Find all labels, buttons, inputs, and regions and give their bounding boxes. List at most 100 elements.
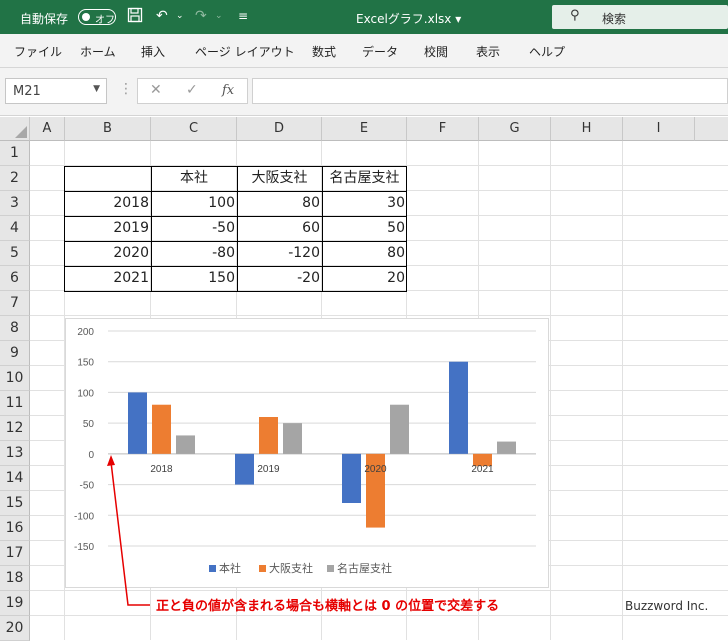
legend-label: 大阪支社: [269, 561, 313, 575]
column-header-g[interactable]: G: [479, 117, 551, 141]
row-header-11[interactable]: 11: [0, 391, 30, 416]
value-cell[interactable]: -80: [151, 241, 237, 266]
row-header-16[interactable]: 16: [0, 516, 30, 541]
row-header-14[interactable]: 14: [0, 466, 30, 491]
tab-insert[interactable]: 挿入: [141, 43, 165, 60]
redo-dropdown-icon[interactable]: ⌄: [215, 7, 223, 25]
legend-label: 本社: [219, 561, 241, 575]
row-header-13[interactable]: 13: [0, 441, 30, 466]
column-header-a[interactable]: A: [30, 117, 65, 141]
select-all-corner[interactable]: [0, 117, 30, 141]
name-box-dropdown-icon[interactable]: ▼: [93, 84, 100, 94]
row-header-2[interactable]: 2: [0, 166, 30, 191]
value-cell[interactable]: -20: [237, 266, 322, 291]
row-header-19[interactable]: 19: [0, 591, 30, 616]
row-header-1[interactable]: 1: [0, 141, 30, 166]
row-header-20[interactable]: 20: [0, 616, 30, 641]
y-tick-label: -50: [80, 481, 95, 492]
value-cell[interactable]: -50: [151, 216, 237, 241]
row-header-5[interactable]: 5: [0, 241, 30, 266]
undo-icon[interactable]: ↶: [156, 7, 168, 25]
year-cell[interactable]: 2020: [65, 241, 151, 266]
y-tick-label: 0: [88, 450, 94, 461]
undo-dropdown-icon[interactable]: ⌄: [176, 7, 184, 25]
bar: [342, 453, 361, 503]
insert-function-icon[interactable]: fx: [222, 83, 234, 98]
tab-help[interactable]: ヘルプ: [529, 43, 565, 60]
name-box[interactable]: M21 ▼: [5, 78, 107, 104]
value-cell[interactable]: -120: [237, 241, 322, 266]
tab-file[interactable]: ファイル: [14, 43, 62, 60]
bar: [497, 441, 516, 454]
column-header-f[interactable]: F: [407, 117, 479, 141]
row-header-10[interactable]: 10: [0, 366, 30, 391]
year-cell[interactable]: 2018: [65, 191, 151, 216]
autosave-label: 自動保存: [20, 12, 69, 26]
save-icon[interactable]: [127, 7, 143, 28]
y-tick-label: 200: [77, 327, 94, 338]
tab-page-layout[interactable]: ページ レイアウト: [195, 43, 295, 60]
x-tick-label: 2019: [257, 464, 280, 475]
column-header-c[interactable]: C: [151, 117, 237, 141]
value-cell[interactable]: 150: [151, 266, 237, 291]
row-header-8[interactable]: 8: [0, 316, 30, 341]
column-header-i[interactable]: I: [623, 117, 695, 141]
redo-icon[interactable]: ↷: [195, 7, 207, 25]
autosave-toggle[interactable]: オフ: [78, 9, 116, 26]
tab-home[interactable]: ホーム: [80, 43, 116, 60]
autosave-state: オフ: [95, 15, 115, 26]
bar-chart[interactable]: 200 150 100 50 0 -50 -100 -150 2018 2019 2020 2021 本…: [66, 319, 550, 589]
tab-data[interactable]: データ: [362, 43, 398, 60]
column-header-e[interactable]: E: [322, 117, 407, 141]
table-header-cell[interactable]: 大阪支社: [237, 166, 322, 191]
tab-formulas[interactable]: 数式: [312, 43, 336, 60]
y-tick-label: 100: [77, 388, 94, 399]
legend-swatch: [259, 565, 266, 572]
formula-buttons: ✕ ✓ fx: [137, 78, 248, 104]
row-header-15[interactable]: 15: [0, 491, 30, 516]
enter-icon[interactable]: ✓: [186, 82, 198, 98]
year-cell[interactable]: 2019: [65, 216, 151, 241]
bar: [390, 404, 409, 454]
row-header-9[interactable]: 9: [0, 341, 30, 366]
formula-bar: M21 ▼ ⋮ ✕ ✓ fx: [0, 68, 728, 116]
tab-view[interactable]: 表示: [476, 43, 500, 60]
bar: [176, 435, 195, 454]
value-cell[interactable]: 50: [322, 216, 407, 241]
row-header-6[interactable]: 6: [0, 266, 30, 291]
row-header-4[interactable]: 4: [0, 216, 30, 241]
row-header-12[interactable]: 12: [0, 416, 30, 441]
value-cell[interactable]: 80: [237, 191, 322, 216]
value-cell[interactable]: 100: [151, 191, 237, 216]
table-header-cell[interactable]: 名古屋支社: [322, 166, 407, 191]
formula-input[interactable]: [252, 78, 728, 104]
value-cell[interactable]: 30: [322, 191, 407, 216]
value-cell[interactable]: 20: [322, 266, 407, 291]
row-header-7[interactable]: 7: [0, 291, 30, 316]
year-cell[interactable]: 2021: [65, 266, 151, 291]
bar: [259, 417, 278, 454]
tab-review[interactable]: 校閲: [424, 43, 448, 60]
legend-swatch: [209, 565, 216, 572]
customize-toolbar-icon[interactable]: ≡: [238, 7, 248, 25]
row-header-3[interactable]: 3: [0, 191, 30, 216]
bar: [283, 423, 302, 454]
bar: [449, 361, 468, 454]
row-header-18[interactable]: 18: [0, 566, 30, 591]
column-header-d[interactable]: D: [237, 117, 322, 141]
column-header-b[interactable]: B: [65, 117, 151, 141]
column-header-h[interactable]: H: [551, 117, 623, 141]
file-name[interactable]: Excelグラフ.xlsx ▾: [356, 10, 461, 27]
value-cell[interactable]: 80: [322, 241, 407, 266]
bar: [128, 392, 147, 454]
table-header-cell[interactable]: 本社: [151, 166, 237, 191]
search-label: 検索: [602, 12, 627, 26]
search-box[interactable]: ⚲ 検索: [552, 5, 728, 29]
value-cell[interactable]: 60: [237, 216, 322, 241]
cancel-icon[interactable]: ✕: [150, 82, 162, 98]
more-options-icon[interactable]: ⋮: [119, 81, 133, 97]
column-header-partial[interactable]: [695, 117, 728, 141]
filename-dropdown-icon: ▾: [455, 12, 462, 26]
chart-area[interactable]: 200 150 100 50 0 -50 -100 -150 2018 2019 2020 2021 本…: [65, 318, 549, 588]
row-header-17[interactable]: 17: [0, 541, 30, 566]
